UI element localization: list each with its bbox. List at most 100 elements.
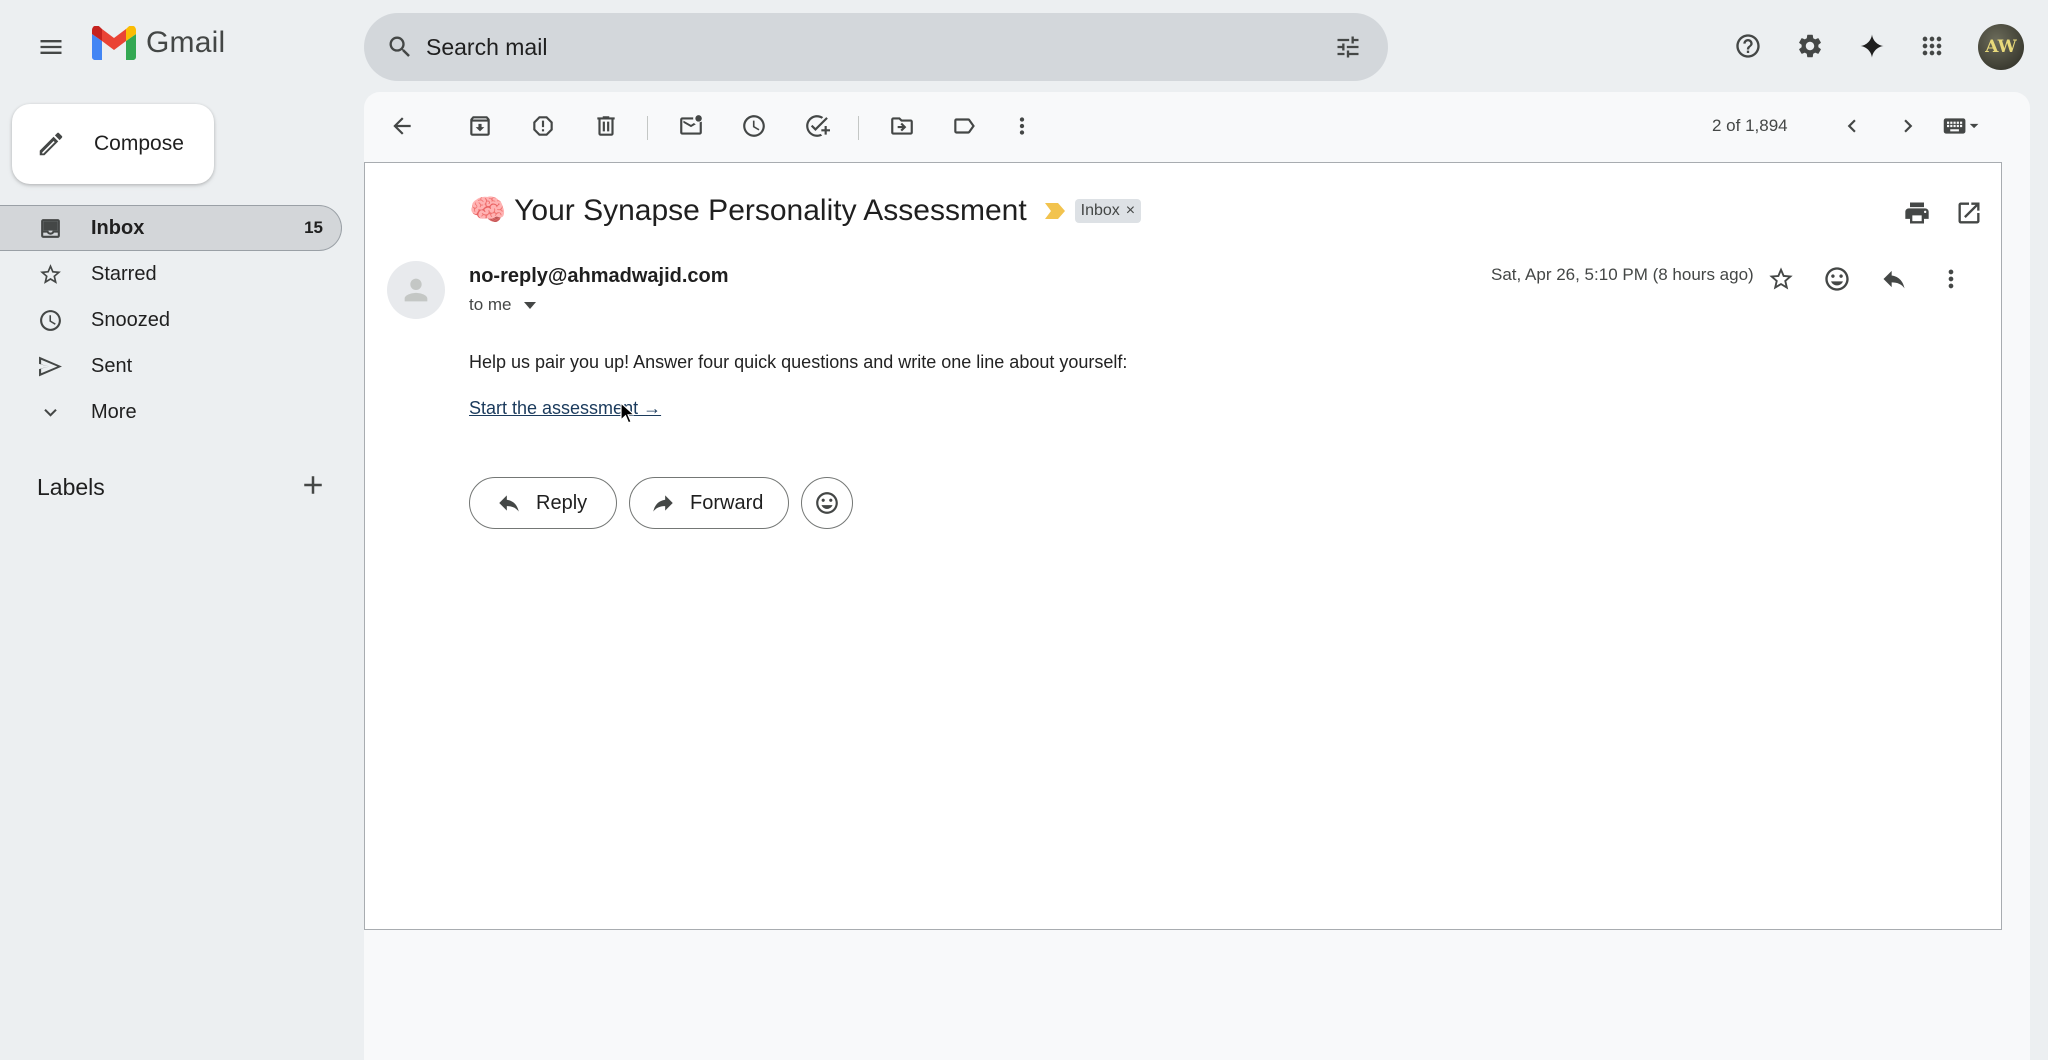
back-button[interactable] — [378, 102, 426, 150]
sender-avatar[interactable] — [387, 261, 445, 319]
apps-grid-icon — [1922, 36, 1942, 56]
support-button[interactable] — [1722, 20, 1774, 72]
search-input[interactable] — [426, 27, 1286, 67]
clock-icon — [743, 115, 765, 137]
person-icon — [404, 278, 428, 302]
pencil-icon — [39, 132, 63, 156]
reply-icon-button[interactable] — [1868, 253, 1920, 305]
unread-count: 15 — [304, 218, 323, 237]
settings-button[interactable] — [1784, 20, 1836, 72]
sidebar-item-inbox[interactable]: Inbox 15 — [0, 205, 342, 251]
labels-button[interactable] — [940, 102, 988, 150]
sidebar-item-starred[interactable]: Starred — [0, 251, 342, 297]
gemini-button[interactable] — [1846, 20, 1898, 72]
open-new-window-button[interactable] — [1947, 191, 1991, 235]
mark-unread-button[interactable] — [667, 102, 715, 150]
sidebar-item-label: Inbox — [91, 216, 145, 239]
email-subject: 🧠 Your Synapse Personality Assessment — [469, 194, 1027, 227]
sidebar-item-sent[interactable]: Sent — [0, 343, 342, 389]
star-button[interactable] — [1755, 253, 1807, 305]
toolbar-divider — [858, 116, 859, 140]
mark-unread-icon — [680, 115, 702, 135]
search-button[interactable] — [374, 21, 426, 73]
label-chip-text: Inbox — [1080, 201, 1120, 219]
create-label-button[interactable] — [298, 470, 332, 504]
email-toolbar: 2 of 1,894 — [364, 92, 2030, 162]
search-icon — [389, 36, 410, 57]
subject-row: 🧠 Your Synapse Personality Assessment In… — [469, 193, 1142, 228]
reply-button[interactable]: Reply — [469, 477, 617, 529]
delete-button[interactable] — [582, 102, 630, 150]
plus-icon — [304, 476, 322, 494]
search-bar[interactable] — [364, 13, 1388, 81]
clock-icon — [40, 309, 61, 331]
move-to-folder-icon — [891, 117, 913, 135]
recipient-text: to me — [469, 295, 512, 314]
caret-down-icon — [523, 301, 536, 309]
forward-button[interactable]: Forward — [629, 477, 789, 529]
snooze-button[interactable] — [730, 102, 778, 150]
label-chip: Inbox × — [1074, 198, 1142, 223]
account-avatar[interactable]: AW — [1978, 24, 2024, 70]
sidebar-item-more[interactable]: More — [0, 389, 342, 435]
search-options-button[interactable] — [1322, 21, 1374, 73]
forward-icon — [653, 495, 673, 512]
print-all-button[interactable] — [1895, 191, 1939, 235]
apps-button[interactable] — [1906, 20, 1958, 72]
sidebar-nav: Inbox 15 Starred Snoozed Sent More — [0, 205, 342, 435]
forward-label: Forward — [690, 491, 764, 514]
message-more-button[interactable] — [1925, 253, 1977, 305]
move-to-button[interactable] — [878, 102, 926, 150]
archive-button[interactable] — [456, 102, 504, 150]
sidebar-item-snoozed[interactable]: Snoozed — [0, 297, 342, 343]
keyboard-icon — [1943, 118, 1979, 134]
toolbar-divider — [647, 116, 648, 140]
star-icon — [40, 263, 61, 284]
chevron-right-icon — [1904, 119, 1913, 133]
recipient-details[interactable]: to me — [469, 295, 536, 315]
label-icon — [954, 118, 975, 134]
app-name: Gmail — [146, 26, 226, 59]
chevron-down-icon — [44, 408, 57, 417]
sidebar-item-label: Starred — [91, 262, 157, 285]
archive-icon — [470, 116, 490, 136]
emoji-icon — [1825, 267, 1849, 291]
main-menu-button[interactable] — [25, 21, 77, 73]
inbox-icon — [41, 218, 60, 238]
remove-label-button[interactable]: × — [1126, 202, 1135, 220]
gmail-m-icon — [92, 26, 136, 60]
gear-icon — [1799, 34, 1821, 58]
arrow-back-icon — [393, 117, 411, 135]
hamburger-menu-icon — [40, 40, 62, 54]
reply-icon — [499, 495, 519, 512]
sparkle-icon — [1860, 34, 1884, 58]
email-date: Sat, Apr 26, 5:10 PM (8 hours ago) — [1491, 265, 1754, 284]
chevron-left-icon — [1847, 119, 1856, 133]
reply-icon — [1883, 270, 1905, 289]
open-in-new-icon — [1958, 202, 1980, 224]
mouse-cursor-icon — [620, 402, 634, 424]
emoji-reaction-button[interactable] — [801, 477, 853, 529]
email-view: 🧠 Your Synapse Personality Assessment In… — [364, 162, 2002, 930]
sidebar-item-label: More — [91, 400, 137, 423]
add-reaction-button[interactable] — [1811, 253, 1863, 305]
star-icon — [1769, 267, 1793, 290]
emoji-icon — [816, 492, 838, 514]
more-options-button[interactable] — [998, 102, 1046, 150]
compose-label: Compose — [94, 132, 184, 155]
sidebar-item-label: Sent — [91, 354, 133, 377]
newer-button[interactable] — [1828, 102, 1876, 150]
pagination-count: 2 of 1,894 — [1712, 116, 1788, 135]
add-to-tasks-button[interactable] — [793, 102, 841, 150]
report-spam-button[interactable] — [519, 102, 567, 150]
importance-marker-icon[interactable] — [1044, 202, 1065, 219]
email-body-text: Help us pair you up! Answer four quick q… — [469, 352, 1128, 372]
input-tools-button[interactable] — [1922, 102, 1998, 150]
print-icon — [1905, 202, 1929, 224]
sender-email[interactable]: no-reply@ahmadwajid.com — [469, 265, 729, 288]
compose-button[interactable]: Compose — [12, 104, 214, 184]
labels-heading: Labels — [37, 474, 105, 500]
reply-label: Reply — [536, 491, 588, 514]
top-bar: Gmail AW — [0, 0, 2048, 92]
gmail-logo[interactable]: Gmail — [92, 26, 225, 60]
